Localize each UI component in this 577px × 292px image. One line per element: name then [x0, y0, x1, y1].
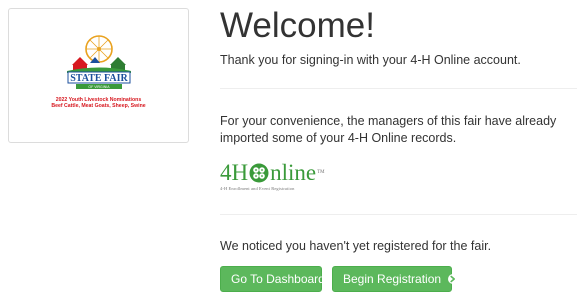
fair-logo-card: STATE FAIR OF VIRGINIA 2022 Youth Livest… [8, 8, 189, 143]
four-h-clover-icon [249, 163, 269, 183]
logo-caption-line-2: Beef Cattle, Meat Goats, Sheep, Swine [51, 103, 146, 109]
four-h-online-logo: 4H nline TM 4-H Enrollment and Event Reg… [220, 160, 340, 200]
thanks-message: Thank you for signing-in with your 4-H O… [220, 53, 521, 67]
begin-registration-button[interactable]: Begin Registration [332, 266, 459, 292]
trademark-mark: TM [317, 170, 325, 175]
four-h-logo-subtitle: 4-H Enrollment and Event Registration [220, 186, 295, 191]
svg-text:STATE FAIR: STATE FAIR [70, 73, 128, 84]
page-title: Welcome! [220, 6, 375, 45]
state-fair-logo-icon: STATE FAIR OF VIRGINIA [67, 35, 131, 89]
four-h-logo-prefix: 4H [220, 160, 249, 185]
go-to-dashboard-label: Go To Dashboard [231, 272, 325, 286]
begin-registration-label: Begin Registration [343, 272, 442, 286]
go-to-dashboard-button[interactable]: Go To Dashboard [220, 266, 325, 292]
four-h-logo-suffix: nline [270, 160, 317, 185]
divider [220, 88, 577, 89]
divider [220, 214, 577, 215]
arrow-circle-right-icon [448, 273, 459, 284]
svg-text:OF VIRGINIA: OF VIRGINIA [88, 85, 110, 89]
registration-notice: We noticed you haven't yet registered fo… [220, 239, 492, 253]
convenience-message: For your convenience, the managers of th… [220, 114, 557, 145]
